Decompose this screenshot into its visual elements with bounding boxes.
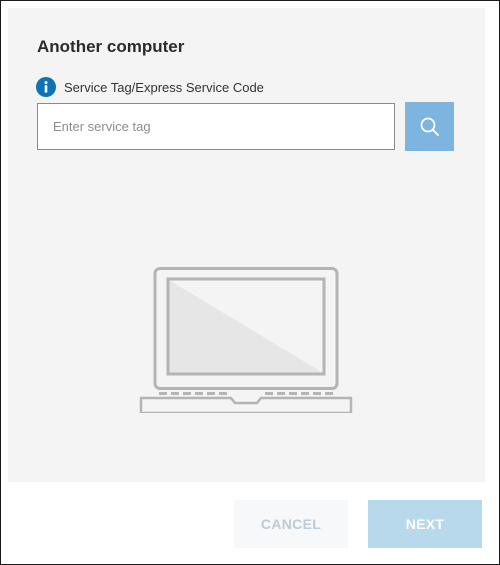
dialog-title: Another computer (37, 37, 185, 56)
next-button[interactable]: NEXT (368, 500, 482, 548)
service-tag-input[interactable] (38, 104, 394, 149)
laptop-illustration (135, 267, 357, 418)
dialog: Another computer Service Tag/Express Ser… (0, 0, 500, 565)
service-tag-label-row: Service Tag/Express Service Code (36, 77, 264, 97)
cancel-button[interactable]: CANCEL (234, 500, 348, 548)
search-button[interactable] (405, 102, 454, 151)
search-icon (420, 117, 439, 136)
service-tag-input-wrapper (37, 103, 395, 150)
service-tag-label: Service Tag/Express Service Code (64, 79, 264, 95)
dialog-content-panel: Another computer Service Tag/Express Ser… (8, 8, 485, 482)
info-icon[interactable] (36, 77, 56, 97)
laptop-icon (139, 267, 353, 415)
